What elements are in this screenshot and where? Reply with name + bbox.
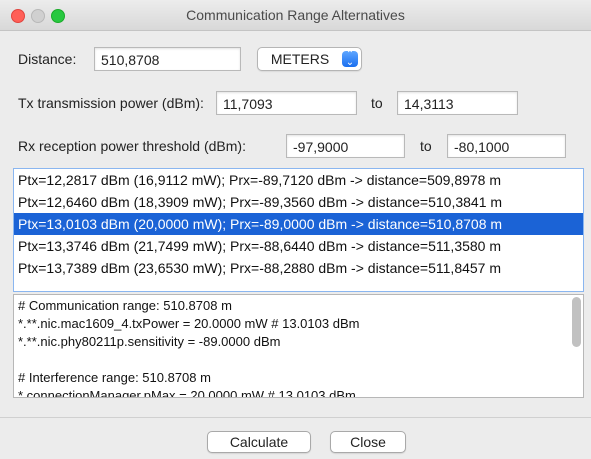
rx-threshold-to-label: to [420,138,432,154]
list-item[interactable]: Ptx=13,3746 dBm (21,7499 mW); Prx=-88,64… [14,235,583,257]
communication-range-window: Communication Range Alternatives Distanc… [0,0,591,459]
list-item[interactable]: Ptx=12,2817 dBm (16,9112 mW); Prx=-89,71… [14,169,583,191]
tx-power-to-input[interactable]: 14,3113 [397,91,518,115]
tx-power-to-label: to [371,95,383,111]
config-line: # Communication range: 510.8708 m [18,298,232,313]
tx-power-from-input[interactable]: 11,7093 [216,91,357,115]
config-output-textarea[interactable]: # Communication range: 510.8708 m *.**.n… [13,294,584,398]
alternatives-list[interactable]: Ptx=12,2817 dBm (16,9112 mW); Prx=-89,71… [13,168,584,292]
config-line: *.**.nic.mac1609_4.txPower = 20.0000 mW … [18,316,360,331]
divider [0,417,591,418]
window-title: Communication Range Alternatives [186,7,405,23]
close-button[interactable]: Close [330,431,406,453]
distance-unit-select[interactable]: METERS ⌃ ⌄ [257,47,362,71]
distance-input[interactable]: 510,8708 [94,47,241,71]
config-line: *.connectionManager.pMax = 20.0000 mW # … [18,388,356,398]
config-line: *.**.nic.phy80211p.sensitivity = -89.000… [18,334,281,349]
up-down-chevron-icon: ⌃ ⌄ [342,50,358,68]
rx-threshold-from-input[interactable]: -97,9000 [286,134,405,158]
list-item[interactable]: Ptx=13,7389 dBm (23,6530 mW); Prx=-88,28… [14,257,583,279]
rx-threshold-to-input[interactable]: -80,1000 [447,134,566,158]
title-bar: Communication Range Alternatives [0,0,591,31]
list-item-selected[interactable]: Ptx=13,0103 dBm (20,0000 mW); Prx=-89,00… [14,213,583,235]
distance-label: Distance: [18,51,77,67]
rx-threshold-label: Rx reception power threshold (dBm): [18,138,246,154]
calculate-button[interactable]: Calculate [207,431,311,453]
vertical-scrollbar[interactable] [572,297,581,347]
distance-unit-value: METERS [270,51,330,67]
config-line: # Interference range: 510.8708 m [18,370,211,385]
list-item[interactable]: Ptx=12,6460 dBm (18,3909 mW); Prx=-89,35… [14,191,583,213]
tx-power-label: Tx transmission power (dBm): [18,95,204,111]
